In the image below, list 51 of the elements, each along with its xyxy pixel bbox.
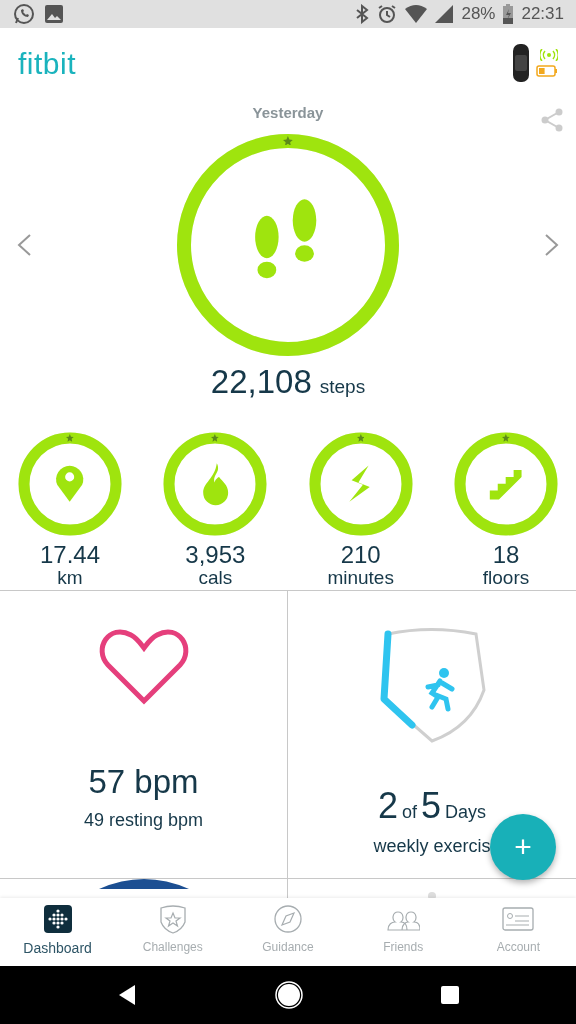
- nav-tab[interactable]: Challenges: [115, 898, 231, 966]
- home-icon: [275, 981, 303, 1009]
- steps-unit: steps: [319, 374, 366, 399]
- recents-icon: [441, 986, 459, 1004]
- goal-star-icon: [66, 434, 74, 442]
- exercise-unit: Days: [445, 801, 487, 824]
- add-button[interactable]: +: [490, 814, 556, 880]
- back-icon: [117, 984, 137, 1006]
- sync-icon: [540, 49, 558, 61]
- image-icon: [44, 4, 64, 24]
- tracker-battery-icon: [536, 65, 558, 77]
- stat-unit: floors: [482, 568, 530, 590]
- resting-heart-rate: 49 resting bpm: [83, 808, 204, 832]
- wifi-icon: [405, 5, 428, 23]
- nav-tab[interactable]: Guidance: [230, 898, 346, 966]
- nav-tab[interactable]: Dashboard: [0, 898, 116, 966]
- share-icon[interactable]: [540, 108, 564, 132]
- gauge-icon: [98, 879, 189, 889]
- exercise-count: 2: [377, 784, 398, 828]
- stat-value: 3,953: [185, 542, 246, 569]
- steps-count: 22,108: [210, 361, 312, 402]
- battery-percent: 28%: [461, 3, 496, 26]
- clock-time: 22:31: [521, 3, 564, 26]
- signal-icon: [435, 5, 454, 23]
- nav-tab[interactable]: Account: [460, 898, 576, 966]
- stat-unit: minutes: [327, 568, 394, 590]
- exercise-goal: 5: [421, 784, 442, 828]
- stat-value: 18: [492, 542, 520, 569]
- stat-unit: cals: [198, 568, 233, 590]
- goal-star-icon: [502, 434, 510, 442]
- goal-star-icon: [356, 434, 365, 442]
- recents-button[interactable]: [441, 986, 459, 1004]
- exercise-of: of: [402, 801, 417, 824]
- back-button[interactable]: [117, 984, 137, 1006]
- stat-unit: km: [57, 568, 83, 590]
- tracker-icon: [510, 44, 532, 82]
- bluetooth-icon: [355, 4, 370, 24]
- stat-value: 210: [340, 542, 381, 569]
- nav-tab[interactable]: Friends: [345, 898, 461, 966]
- goal-star-icon: [283, 135, 293, 146]
- goal-star-icon: [211, 434, 220, 442]
- date-label: Yesterday: [252, 103, 324, 123]
- app-logo: fitbit: [18, 45, 77, 82]
- chat-icon: [12, 2, 36, 26]
- battery-icon: [503, 4, 514, 24]
- alarm-icon: [377, 4, 398, 24]
- stat-value: 17.44: [39, 542, 101, 569]
- exercise-caption: weekly exercis: [373, 835, 491, 858]
- heart-rate-value: 57 bpm: [88, 762, 199, 802]
- home-button[interactable]: [275, 981, 303, 1009]
- id-card-icon: [501, 904, 536, 934]
